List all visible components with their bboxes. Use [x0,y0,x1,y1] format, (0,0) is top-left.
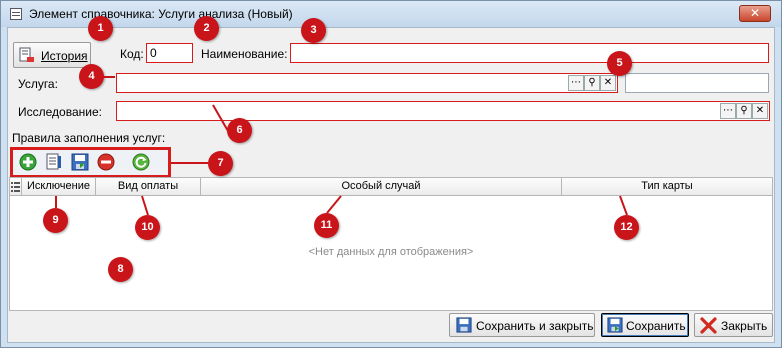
dialog-window: Элемент справочника: Услуги анализа (Нов… [0,0,782,348]
annotation-arrows [55,76,628,216]
